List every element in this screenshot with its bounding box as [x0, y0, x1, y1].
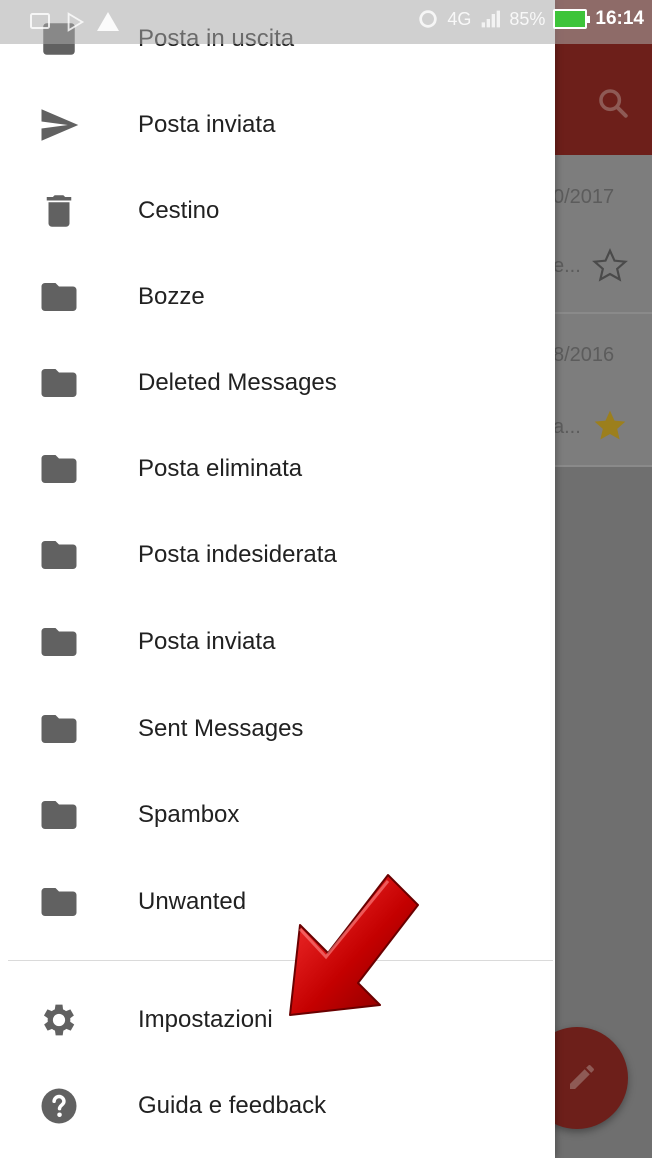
drawer-item-label: Deleted Messages — [138, 369, 337, 396]
drawer-item-label: Posta inviata — [138, 628, 276, 655]
drawer-item-label: Sent Messages — [138, 715, 304, 742]
drawer-item-posta-inviata-folder[interactable]: Posta inviata — [0, 599, 555, 685]
sync-icon — [419, 10, 438, 28]
network-type: 4G — [447, 8, 472, 29]
drawer-item-sent-messages[interactable]: Sent Messages — [0, 686, 555, 772]
folder-icon — [38, 362, 80, 404]
message-snippet: e... — [553, 255, 581, 277]
list-divider — [555, 465, 652, 467]
signal-icon — [482, 10, 501, 28]
trash-icon — [38, 190, 80, 232]
battery-percentage: 85% — [509, 8, 546, 29]
star-outline-icon[interactable] — [590, 246, 630, 286]
drawer-item-label: Unwanted — [138, 888, 247, 915]
drawer-item-label: Posta eliminata — [138, 455, 303, 482]
warning-icon — [97, 12, 119, 31]
search-icon[interactable] — [596, 86, 630, 120]
drawer-item-label: Posta indesiderata — [138, 541, 337, 568]
status-bar: 4G 85% 16:14 — [0, 0, 652, 44]
help-icon — [38, 1085, 80, 1127]
star-filled-icon[interactable] — [590, 406, 630, 446]
annotation-arrow-icon — [289, 874, 419, 1016]
folder-icon — [38, 276, 80, 318]
drawer-item-sent[interactable]: Posta inviata — [0, 82, 555, 168]
drawer-item-label: Impostazioni — [138, 1006, 273, 1033]
message-snippet: a... — [553, 416, 581, 438]
drawer-item-posta-indesiderata[interactable]: Posta indesiderata — [0, 512, 555, 598]
folder-icon — [38, 448, 80, 490]
message-date: 8/2016 — [553, 344, 615, 366]
drawer-item-trash[interactable]: Cestino — [0, 168, 555, 254]
play-store-icon — [67, 12, 85, 32]
folder-icon — [38, 794, 80, 836]
folder-icon — [38, 708, 80, 750]
drawer-item-posta-eliminata[interactable]: Posta eliminata — [0, 426, 555, 512]
drawer-item-label: Guida e feedback — [138, 1092, 327, 1119]
pencil-icon — [570, 1065, 594, 1089]
drawer-item-label: Cestino — [138, 197, 220, 224]
send-icon — [38, 104, 80, 146]
drawer-item-deleted-messages[interactable]: Deleted Messages — [0, 340, 555, 426]
message-date: 0/2017 — [553, 186, 615, 208]
drawer-item-drafts[interactable]: Bozze — [0, 254, 555, 340]
clock: 16:14 — [595, 8, 644, 29]
drawer-item-help-feedback[interactable]: Guida e feedback — [0, 1063, 555, 1149]
drawer-item-spambox[interactable]: Spambox — [0, 772, 555, 858]
status-bar-notifications — [28, 10, 120, 34]
drawer-item-label: Bozze — [138, 283, 205, 310]
folder-icon — [38, 621, 80, 663]
folder-icon — [38, 534, 80, 576]
drawer-item-label: Spambox — [138, 801, 240, 828]
battery-icon — [553, 9, 591, 29]
folder-icon — [38, 881, 80, 923]
gear-icon — [38, 999, 80, 1041]
list-divider — [555, 312, 652, 314]
screen-cast-icon — [30, 13, 50, 29]
status-bar-system: 4G 85% 16:14 — [417, 8, 644, 30]
drawer-item-label: Posta inviata — [138, 111, 276, 138]
